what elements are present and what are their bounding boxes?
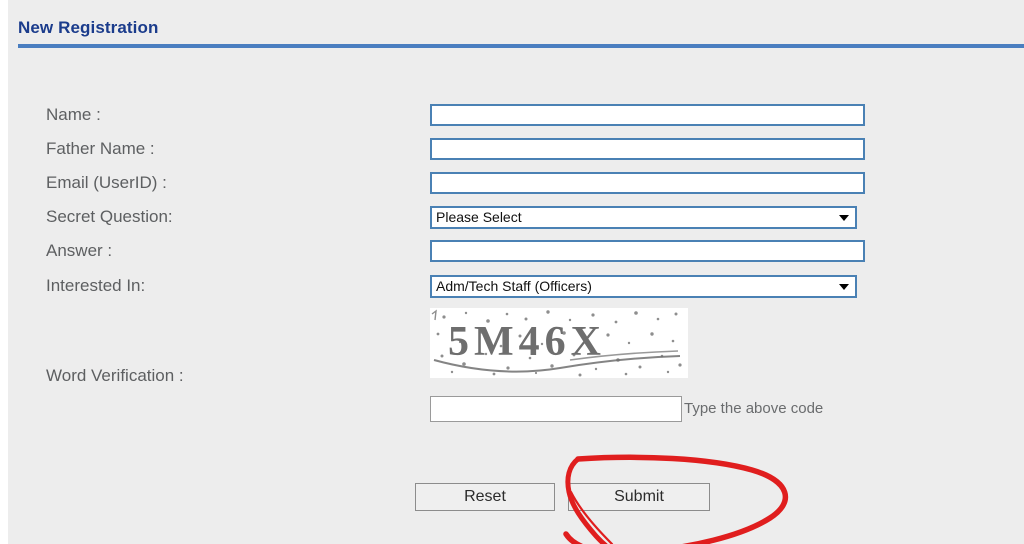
email-input[interactable] [430,172,865,194]
label-father-name: Father Name : [46,139,155,158]
label-name: Name : [46,105,101,124]
chevron-down-icon [839,214,849,221]
name-input[interactable] [430,104,865,126]
secret-question-select[interactable]: Please Select [430,206,857,229]
label-answer: Answer : [46,241,113,260]
label-interested-in: Interested In: [46,276,146,295]
answer-input[interactable] [430,240,865,262]
submit-button[interactable]: Submit [568,483,710,511]
interested-in-select[interactable]: Adm/Tech Staff (Officers) [430,275,857,298]
word-verification-hint: Type the above code [684,400,824,417]
label-secret-question: Secret Question: [46,207,173,226]
chevron-down-icon [839,283,849,290]
interested-in-value: Adm/Tech Staff (Officers) [436,278,592,294]
secret-question-value: Please Select [436,209,522,225]
label-word-verification: Word Verification : [46,366,184,385]
registration-page: New Registration Name : Father Name : Em… [0,0,1024,544]
reset-button[interactable]: Reset [415,483,555,511]
registration-form: Name : Father Name : Email (UserID) : Se… [0,0,1016,544]
label-email: Email (UserID) : [46,173,167,192]
captcha-svg: 5M46X [430,308,688,378]
captcha-image: 5M46X [430,308,688,378]
father-name-input[interactable] [430,138,865,160]
word-verification-input[interactable] [430,396,682,422]
